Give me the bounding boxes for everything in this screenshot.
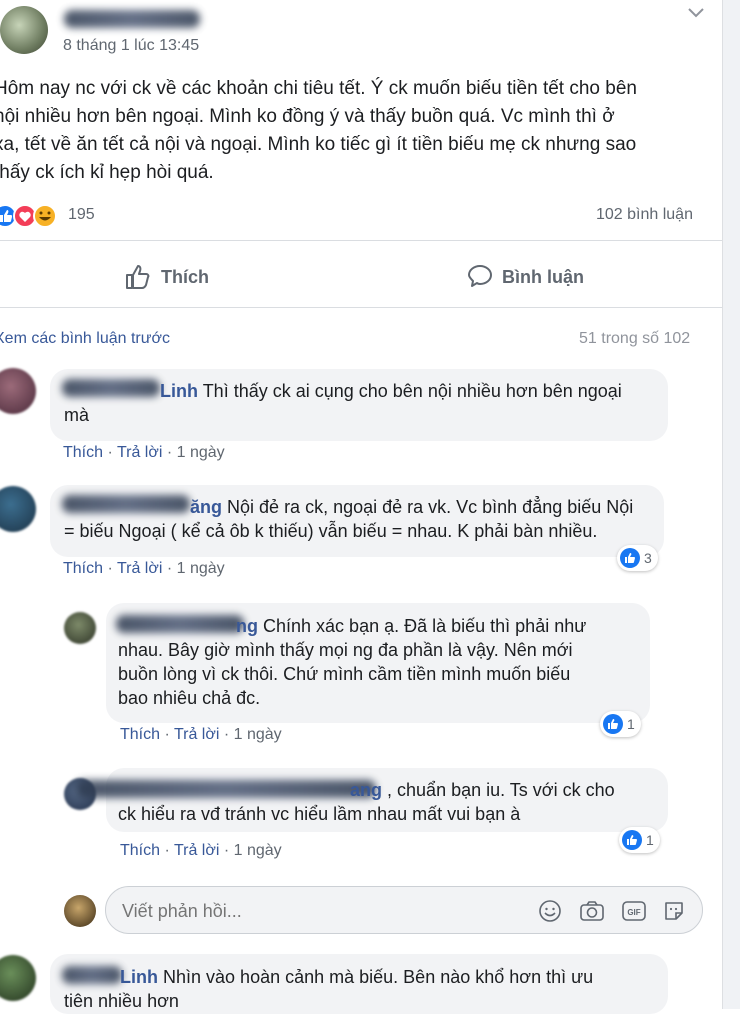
- reaction-count[interactable]: 195: [68, 206, 95, 224]
- reaction-icons[interactable]: [0, 203, 62, 229]
- comment-text: Nội đẻ ra ck, ngoại đẻ ra vk. Vc bình đẳ…: [227, 497, 634, 517]
- like-icon: [603, 714, 623, 734]
- current-user-avatar[interactable]: [64, 895, 96, 927]
- avatar[interactable]: [0, 955, 36, 1001]
- speech-bubble-icon: [468, 265, 492, 287]
- reply-text: nhau. Bây giờ mình thấy mọi ng đa phần l…: [118, 640, 573, 660]
- poster-name[interactable]: [64, 10, 200, 28]
- comment-time[interactable]: 1 ngày: [177, 560, 225, 577]
- reaction-count: 1: [646, 832, 654, 848]
- comments-pagination: 51 trong số 102: [579, 330, 691, 347]
- comment-text-continued: = biếu Ngoại ( kể cả ôb k thiếu) vẫn biế…: [64, 521, 598, 541]
- like-button-label: Thích: [161, 266, 209, 287]
- comment-like-link[interactable]: Thích: [63, 444, 103, 461]
- comment-reply-link[interactable]: Trả lời: [117, 444, 162, 461]
- commenter-name[interactable]: Linh: [160, 381, 198, 401]
- scrollbar[interactable]: [722, 0, 740, 1009]
- reply-reaction-badge[interactable]: 1: [600, 711, 641, 737]
- avatar[interactable]: [0, 486, 36, 532]
- comment-count[interactable]: 102 bình luận: [596, 206, 693, 224]
- reaction-count: 3: [644, 550, 652, 566]
- post-text-line: Hôm nay nc với ck về các khoản chi tiêu …: [0, 78, 637, 99]
- camera-icon[interactable]: [579, 899, 605, 928]
- comment-text: Nhìn vào hoàn cảnh mà biếu. Bên nào khổ …: [163, 967, 594, 987]
- comment-meta: Thích · Trả lời · 1 ngày: [63, 444, 225, 461]
- reply-bubble: ng Chính xác bạn ạ. Đã là biếu thì phải …: [106, 603, 650, 723]
- commenter-name[interactable]: ang: [350, 780, 382, 800]
- comment-bubble: Linh Thì thấy ck ai cụng cho bên nội nhi…: [50, 369, 668, 441]
- avatar[interactable]: [0, 368, 36, 414]
- reply-like-link[interactable]: Thích: [120, 842, 160, 859]
- comment-time[interactable]: 1 ngày: [177, 444, 225, 461]
- thumbs-up-icon: [126, 265, 150, 289]
- poster-avatar[interactable]: [0, 6, 48, 54]
- reply-reply-link[interactable]: Trả lời: [174, 726, 219, 743]
- comment-bubble: Linh Nhìn vào hoàn cảnh mà biếu. Bên nào…: [50, 954, 668, 1014]
- comment-bubble: ăng Nội đẻ ra ck, ngoại đẻ ra vk. Vc bìn…: [50, 485, 664, 557]
- sticker-icon[interactable]: [662, 899, 686, 928]
- gif-icon[interactable]: GIF: [621, 899, 647, 928]
- reply-time[interactable]: 1 ngày: [234, 726, 282, 743]
- view-previous-comments-link[interactable]: Xem các bình luận trước: [0, 330, 170, 348]
- like-button[interactable]: Thích: [124, 262, 209, 292]
- reply-input-box[interactable]: GIF: [105, 886, 703, 934]
- comment-button-label: Bình luận: [502, 266, 584, 287]
- reaction-count: 1: [627, 716, 635, 732]
- commenter-name[interactable]: ng: [236, 616, 258, 636]
- post-text-line: thấy ck ích kỉ hẹp hòi quá.: [0, 162, 214, 183]
- commenter-name[interactable]: ăng: [190, 497, 222, 517]
- reply-reply-link[interactable]: Trả lời: [174, 842, 219, 859]
- divider: [0, 307, 722, 308]
- post-options-chevron-icon[interactable]: [686, 4, 706, 20]
- emoji-icon[interactable]: [538, 899, 562, 928]
- reply-meta: Thích · Trả lời · 1 ngày: [120, 726, 282, 743]
- reply-text: bao nhiêu chả đc.: [118, 688, 261, 708]
- reply-reaction-badge[interactable]: 1: [619, 827, 660, 853]
- reply-bubble: ang , chuẩn bạn iu. Ts với ck cho ck hiể…: [76, 768, 668, 832]
- reply-text: Chính xác bạn ạ. Đã là biếu thì phải như: [263, 616, 587, 636]
- divider: [0, 240, 722, 241]
- post-card: 8 tháng 1 lúc 13:45 Hôm nay nc với ck về…: [0, 0, 724, 1014]
- comment-text-continued: tiên nhiều hơn: [64, 991, 179, 1011]
- comment-text-continued: mà: [64, 405, 90, 425]
- comment-meta: Thích · Trả lời · 1 ngày: [63, 560, 225, 577]
- reply-input[interactable]: [120, 897, 524, 925]
- commenter-name[interactable]: Linh: [120, 967, 158, 987]
- svg-text:GIF: GIF: [627, 908, 640, 917]
- reply-text: , chuẩn bạn iu. Ts với ck cho: [387, 780, 615, 800]
- post-text-line: nội nhiều hơn bên ngoại. Mình ko đồng ý …: [0, 106, 615, 127]
- like-icon: [622, 830, 642, 850]
- comment-reaction-badge[interactable]: 3: [617, 545, 658, 571]
- reply-like-link[interactable]: Thích: [120, 726, 160, 743]
- reply-time[interactable]: 1 ngày: [234, 842, 282, 859]
- like-icon: [620, 548, 640, 568]
- comment-text: Thì thấy ck ai cụng cho bên nội nhiều hơ…: [202, 381, 622, 401]
- comment-reply-link[interactable]: Trả lời: [117, 560, 162, 577]
- comment-like-link[interactable]: Thích: [63, 560, 103, 577]
- reply-text: buồn lòng vì ck thôi. Chứ mình cầm tiền …: [118, 664, 571, 684]
- reply-meta: Thích · Trả lời · 1 ngày: [120, 842, 282, 859]
- comment-button[interactable]: Bình luận: [466, 262, 584, 292]
- post-text: Hôm nay nc với ck về các khoản chi tiêu …: [0, 75, 724, 187]
- post-timestamp[interactable]: 8 tháng 1 lúc 13:45: [63, 37, 199, 55]
- avatar[interactable]: [64, 612, 96, 644]
- reply-text: ck hiểu ra vđ tránh vc hiểu lầm nhau mất…: [118, 804, 521, 824]
- post-text-line: xa, tết về ăn tết cả nội và ngoại. Mình …: [0, 134, 637, 155]
